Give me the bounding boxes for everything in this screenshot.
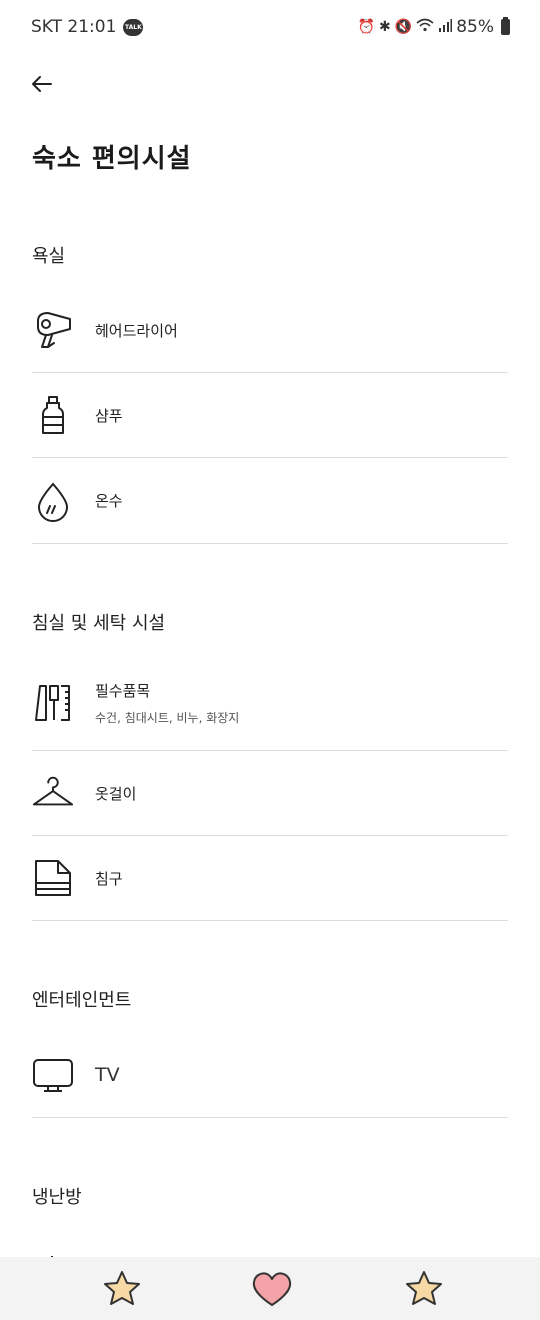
signal-icon xyxy=(438,18,453,36)
page-title: 숙소 편의시설 xyxy=(32,144,192,174)
amenity-sublabel: 수건, 침대시트, 비누, 화장지 xyxy=(95,710,240,725)
status-right: ⏰ ✱ 🔇 85% xyxy=(358,17,510,37)
section-title-entertainment: 엔터테인먼트 xyxy=(32,990,132,1011)
kakaotalk-notification-icon: TALK xyxy=(123,18,144,36)
amenity-item-hot-water[interactable]: 온수 xyxy=(32,458,508,544)
nav-button-right[interactable] xyxy=(402,1267,446,1311)
battery-percent: 85% xyxy=(456,17,494,37)
status-bar: SKT 21:01 TALK ⏰ ✱ 🔇 85% xyxy=(0,0,540,58)
heart-icon xyxy=(252,1272,292,1306)
essentials-icon xyxy=(32,682,74,724)
carrier-time: SKT 21:01 xyxy=(31,17,117,37)
snowflake-icon xyxy=(40,1249,60,1257)
amenity-item-bedding[interactable]: 침구 xyxy=(32,836,508,921)
nav-button-center[interactable] xyxy=(250,1267,294,1311)
status-left: SKT 21:01 TALK xyxy=(31,17,144,37)
amenity-item-shampoo[interactable]: 샴푸 xyxy=(32,373,508,458)
hair-dryer-icon xyxy=(32,309,74,351)
wifi-icon xyxy=(416,18,434,36)
battery-icon xyxy=(501,17,510,35)
amenity-label: 침구 xyxy=(95,869,123,888)
alarm-icon: ⏰ xyxy=(357,19,376,35)
section-title-bathroom: 욕실 xyxy=(32,246,66,267)
amenity-label: 헤어드라이어 xyxy=(95,321,178,340)
star-icon xyxy=(406,1271,442,1305)
amenity-item-tv[interactable]: TV xyxy=(32,1033,508,1118)
section-title-bedroom-laundry: 침실 및 세탁 시설 xyxy=(32,613,166,634)
amenity-label: 샴푸 xyxy=(95,406,123,425)
amenity-item-hanger[interactable]: 옷걸이 xyxy=(32,751,508,836)
amenity-item-essentials[interactable]: 필수품목 수건, 침대시트, 비누, 화장지 xyxy=(32,655,508,751)
bottom-navigation-bar xyxy=(0,1257,540,1320)
bedding-icon xyxy=(32,857,74,899)
shampoo-bottle-icon xyxy=(32,394,74,436)
back-button[interactable] xyxy=(26,68,58,100)
amenity-label: 옷걸이 xyxy=(95,784,137,803)
section-title-heating-cooling: 냉난방 xyxy=(32,1187,82,1208)
bluetooth-icon: ✱ xyxy=(379,19,391,35)
hot-water-drop-icon xyxy=(32,480,74,522)
tv-icon xyxy=(32,1054,74,1096)
star-icon xyxy=(104,1271,140,1305)
amenity-label: 필수품목 xyxy=(95,681,151,700)
amenity-item-hair-dryer[interactable]: 헤어드라이어 xyxy=(32,288,508,373)
mute-icon: 🔇 xyxy=(394,19,413,35)
nav-button-left[interactable] xyxy=(100,1267,144,1311)
hanger-icon xyxy=(32,772,74,814)
arrow-left-icon xyxy=(32,76,52,92)
amenity-label: TV xyxy=(95,1064,120,1086)
amenity-label: 온수 xyxy=(95,492,123,510)
